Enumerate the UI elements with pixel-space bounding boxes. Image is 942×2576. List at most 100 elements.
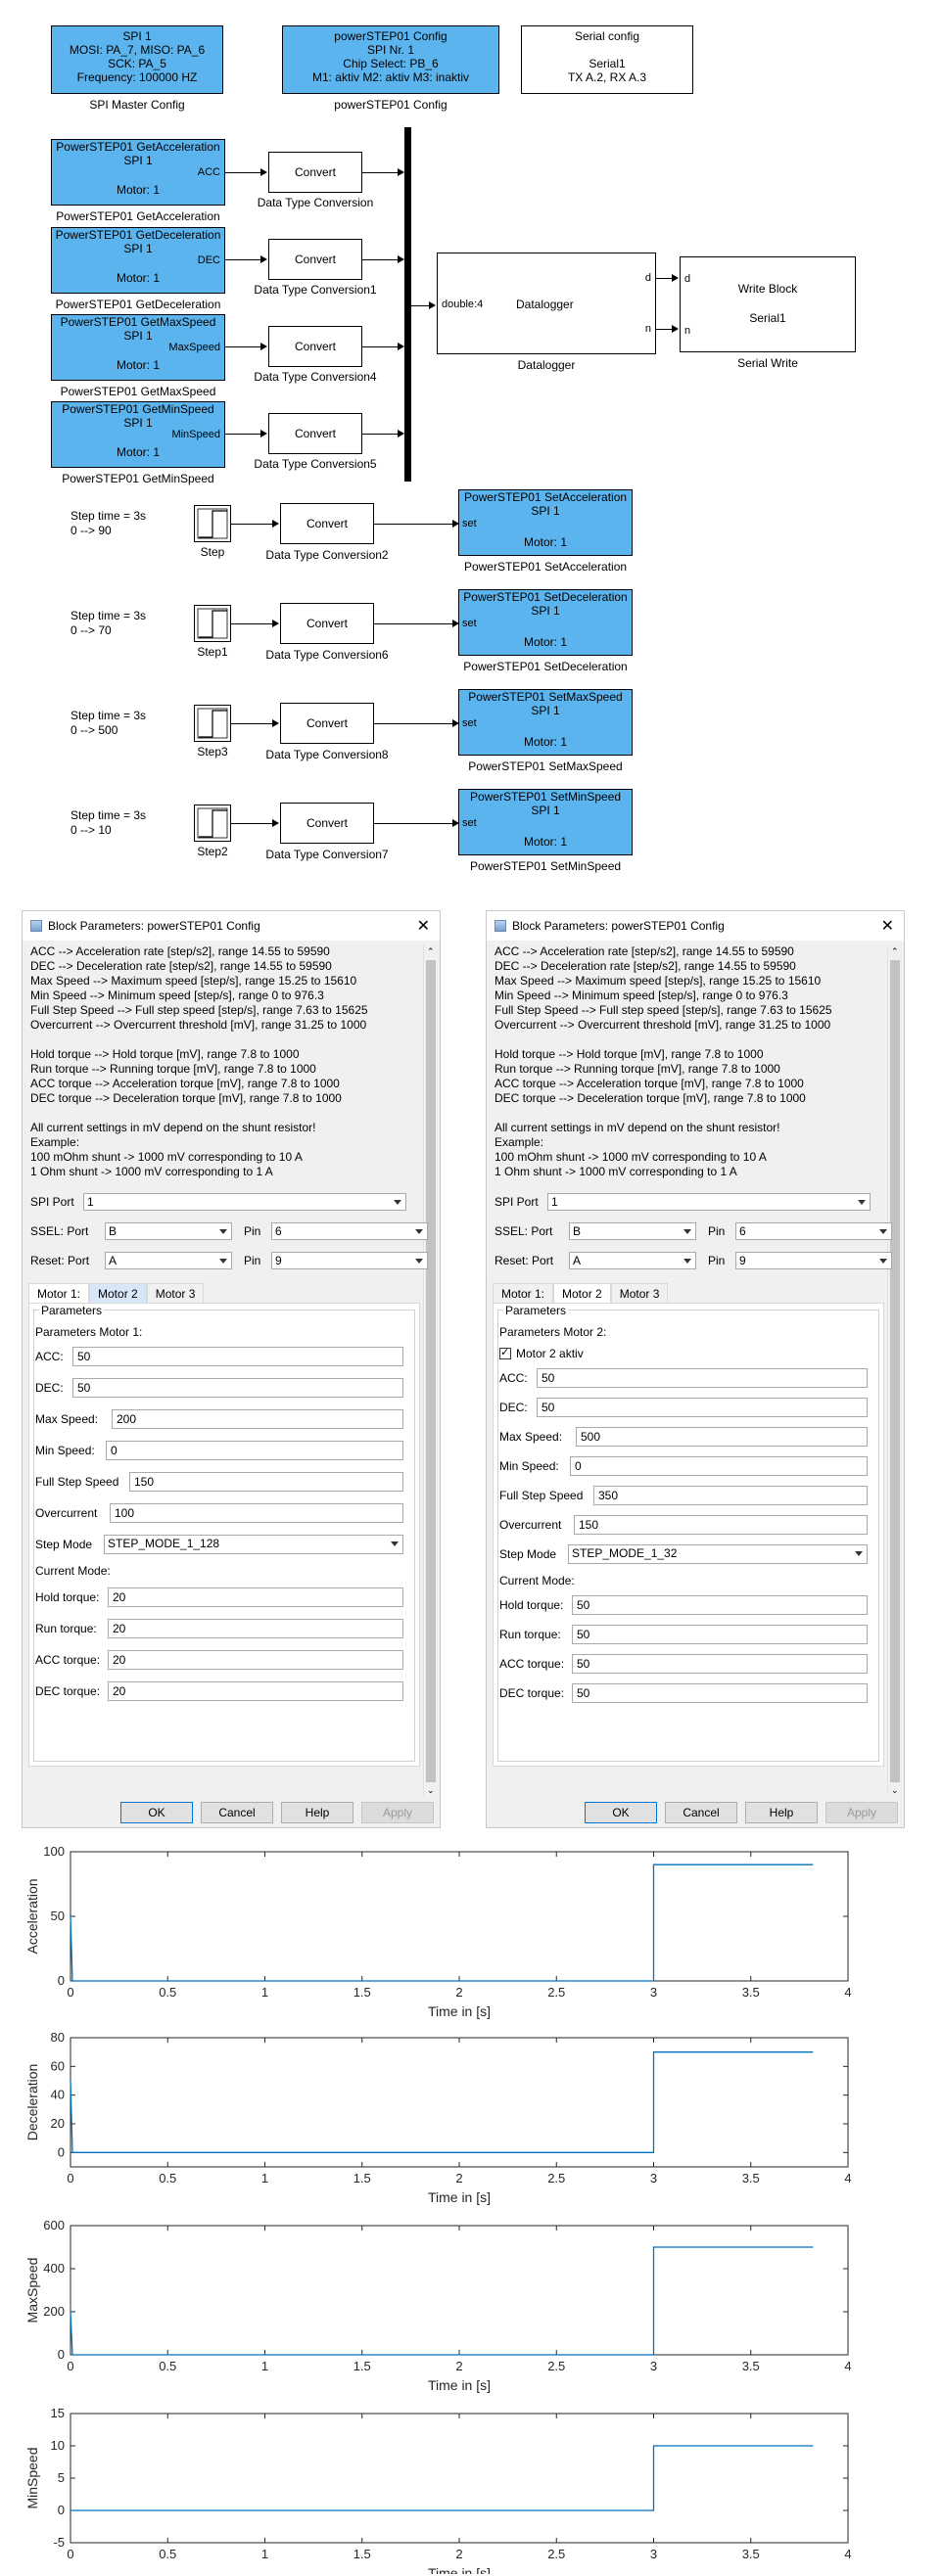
- scroll-down-icon[interactable]: ⌄: [427, 1785, 435, 1796]
- run-torque-input[interactable]: 50: [572, 1625, 868, 1644]
- max-speed-input[interactable]: 200: [112, 1409, 403, 1429]
- ssel-pin-select[interactable]: 6: [271, 1222, 428, 1240]
- block-caption: Datalogger: [517, 358, 576, 372]
- convert-block[interactable]: Convert: [268, 326, 362, 367]
- select-value: B: [109, 1224, 118, 1238]
- hold-torque-input[interactable]: 50: [572, 1595, 868, 1615]
- convert-block[interactable]: Convert: [280, 803, 374, 844]
- overcurrent-input[interactable]: 100: [110, 1503, 403, 1523]
- set-acceleration-block[interactable]: PowerSTEP01 SetAcceleration SPI 1 set Mo…: [458, 489, 633, 556]
- dec-torque-input[interactable]: 50: [572, 1683, 868, 1703]
- close-icon[interactable]: ✕: [417, 916, 430, 936]
- y-axis-label: MaxSpeed: [24, 2258, 40, 2323]
- get-acceleration-block[interactable]: PowerSTEP01 GetAcceleration SPI 1 ACC Mo…: [51, 139, 225, 206]
- ssel-port-select[interactable]: B: [105, 1222, 232, 1240]
- scrollbar-thumb[interactable]: [426, 960, 436, 1782]
- help-button[interactable]: Help: [745, 1802, 818, 1823]
- spi-port-select[interactable]: 1: [547, 1193, 871, 1211]
- dialog-titlebar[interactable]: Block Parameters: powerSTEP01 Config ✕: [23, 911, 440, 941]
- cancel-button[interactable]: Cancel: [665, 1802, 737, 1823]
- scrollbar-thumb[interactable]: [890, 960, 900, 1782]
- dec-input[interactable]: 50: [537, 1398, 868, 1417]
- overcurrent-input[interactable]: 150: [574, 1515, 868, 1535]
- y-tick-label: 20: [51, 2116, 65, 2131]
- dec-input[interactable]: 50: [72, 1378, 403, 1398]
- step-note-line: Step time = 3s: [71, 808, 147, 822]
- ok-button[interactable]: OK: [585, 1802, 657, 1823]
- block-title: PowerSTEP01 SetDeceleration: [463, 590, 628, 604]
- mux-bar[interactable]: [404, 127, 411, 482]
- ok-button[interactable]: OK: [120, 1802, 193, 1823]
- tab-motor-1[interactable]: Motor 1:: [28, 1283, 90, 1304]
- step-block[interactable]: [194, 605, 231, 642]
- run-torque-label: Run torque:: [35, 1622, 97, 1635]
- acc-input[interactable]: 50: [72, 1347, 403, 1366]
- ssel-port-select[interactable]: B: [569, 1222, 696, 1240]
- select-value: 1: [551, 1195, 558, 1209]
- signal-arrow: [398, 430, 404, 437]
- tab-motor-3[interactable]: Motor 3: [146, 1283, 205, 1304]
- tab-motor-2[interactable]: Motor 2: [89, 1283, 147, 1304]
- acc-torque-input[interactable]: 50: [572, 1654, 868, 1674]
- y-tick-label: 80: [51, 2030, 65, 2045]
- get-minspeed-block[interactable]: PowerSTEP01 GetMinSpeed SPI 1 MinSpeed M…: [51, 401, 225, 468]
- scroll-up-icon[interactable]: ⌃: [891, 946, 899, 957]
- step-mode-select[interactable]: STEP_MODE_1_32: [568, 1544, 868, 1564]
- scroll-down-icon[interactable]: ⌄: [891, 1785, 899, 1796]
- step-block[interactable]: [194, 705, 231, 742]
- step-caption: Step: [200, 545, 225, 559]
- set-deceleration-block[interactable]: PowerSTEP01 SetDeceleration SPI 1 set Mo…: [458, 589, 633, 656]
- vertical-scrollbar[interactable]: ⌃ ⌄: [423, 944, 438, 1796]
- get-maxspeed-block[interactable]: PowerSTEP01 GetMaxSpeed SPI 1 MaxSpeed M…: [51, 314, 225, 381]
- reset-port-select[interactable]: A: [569, 1252, 696, 1269]
- serial-config-block[interactable]: Serial config Serial1 TX A.2, RX A.3: [521, 25, 693, 94]
- spi-master-config-block[interactable]: SPI 1 MOSI: PA_7, MISO: PA_6 SCK: PA_5 F…: [51, 25, 223, 94]
- set-maxspeed-block[interactable]: PowerSTEP01 SetMaxSpeed SPI 1 set Motor:…: [458, 689, 633, 756]
- max-speed-input[interactable]: 500: [576, 1427, 868, 1447]
- full-step-input[interactable]: 150: [129, 1472, 403, 1492]
- hold-torque-input[interactable]: 20: [108, 1587, 403, 1607]
- motor-active-checkbox[interactable]: [499, 1346, 511, 1359]
- min-speed-input[interactable]: 0: [570, 1456, 868, 1476]
- y-axis-label: Deceleration: [24, 2064, 40, 2141]
- acc-torque-input[interactable]: 20: [108, 1650, 403, 1670]
- tab-motor-3[interactable]: Motor 3: [610, 1283, 669, 1304]
- reset-port-select[interactable]: A: [105, 1252, 232, 1269]
- full-step-input[interactable]: 350: [593, 1486, 868, 1505]
- run-torque-input[interactable]: 20: [108, 1619, 403, 1638]
- convert-block[interactable]: Convert: [268, 152, 362, 193]
- help-button[interactable]: Help: [281, 1802, 353, 1823]
- block-motor: Motor: 1: [117, 358, 161, 372]
- scroll-up-icon[interactable]: ⌃: [427, 946, 435, 957]
- step-mode-select[interactable]: STEP_MODE_1_128: [104, 1535, 403, 1554]
- powerstep01-config-block[interactable]: powerSTEP01 Config SPI Nr. 1 Chip Select…: [282, 25, 499, 94]
- close-icon[interactable]: ✕: [881, 916, 894, 936]
- reset-pin-select[interactable]: 9: [735, 1252, 892, 1269]
- datalogger-block[interactable]: double:4 Datalogger d n: [437, 253, 656, 354]
- reset-pin-select[interactable]: 9: [271, 1252, 428, 1269]
- spi-port-select[interactable]: 1: [83, 1193, 406, 1211]
- description-line: [30, 1033, 422, 1047]
- acc-input[interactable]: 50: [537, 1368, 868, 1388]
- get-deceleration-block[interactable]: PowerSTEP01 GetDeceleration SPI 1 DEC Mo…: [51, 227, 225, 294]
- step-block[interactable]: [194, 505, 231, 542]
- tab-motor-1[interactable]: Motor 1:: [493, 1283, 554, 1304]
- convert-block[interactable]: Convert: [280, 503, 374, 544]
- convert-block[interactable]: Convert: [280, 603, 374, 644]
- serial-write-block[interactable]: d n Write Block Serial1: [680, 256, 856, 352]
- cancel-button[interactable]: Cancel: [201, 1802, 273, 1823]
- step-block[interactable]: [194, 805, 231, 842]
- min-speed-input[interactable]: 0: [106, 1441, 403, 1460]
- dec-torque-input[interactable]: 20: [108, 1681, 403, 1701]
- set-minspeed-block[interactable]: PowerSTEP01 SetMinSpeed SPI 1 set Motor:…: [458, 789, 633, 855]
- ssel-pin-select[interactable]: 6: [735, 1222, 892, 1240]
- dialog-titlebar[interactable]: Block Parameters: powerSTEP01 Config ✕: [487, 911, 904, 941]
- convert-block[interactable]: Convert: [268, 239, 362, 280]
- vertical-scrollbar[interactable]: ⌃ ⌄: [887, 944, 902, 1796]
- description-line: Hold torque --> Hold torque [mV], range …: [30, 1047, 300, 1061]
- tab-motor-2[interactable]: Motor 2: [553, 1283, 611, 1304]
- convert-block[interactable]: Convert: [268, 413, 362, 454]
- convert-block[interactable]: Convert: [280, 703, 374, 744]
- x-tick-label: 0.5: [159, 2359, 176, 2373]
- scope-plots: 0 0.5 1 1.5 2 2.5 3 3.5 4050100Time in [s]Accele…: [24, 1844, 852, 2574]
